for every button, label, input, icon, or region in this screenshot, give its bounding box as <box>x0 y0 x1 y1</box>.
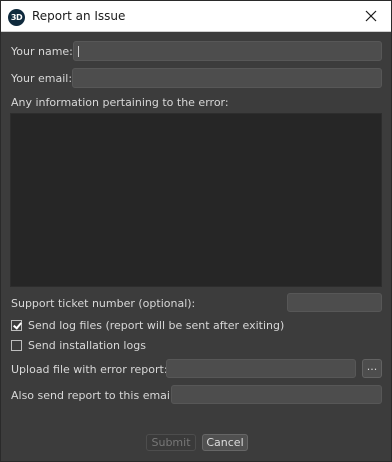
also-send-label: Also send report to this email: <box>11 389 177 402</box>
ticket-field[interactable] <box>287 293 382 312</box>
ticket-label: Support ticket number (optional): <box>11 297 196 310</box>
send-logs-label: Send log files (report will be sent afte… <box>28 319 285 332</box>
close-icon[interactable] <box>363 8 379 24</box>
send-install-logs-checkbox[interactable] <box>11 340 22 351</box>
name-input[interactable] <box>74 42 381 60</box>
send-logs-option[interactable]: Send log files (report will be sent afte… <box>11 319 284 332</box>
report-issue-dialog: 3D Report an Issue Your name: Your email… <box>0 0 392 462</box>
text-caret <box>78 46 79 57</box>
also-send-email-field[interactable] <box>171 385 382 404</box>
error-info-textarea[interactable] <box>10 113 382 287</box>
title-bar[interactable]: 3D Report an Issue <box>1 1 391 32</box>
email-label: Your email: <box>11 72 73 85</box>
window-title: Report an Issue <box>32 9 126 23</box>
ticket-input[interactable] <box>288 294 381 311</box>
send-logs-checkbox[interactable] <box>11 320 22 331</box>
send-install-logs-label: Send installation logs <box>28 339 146 352</box>
app-logo-icon: 3D <box>8 9 25 26</box>
upload-label: Upload file with error report: <box>11 363 168 376</box>
email-input[interactable] <box>73 69 381 87</box>
name-field[interactable] <box>73 41 382 61</box>
name-label: Your name: <box>11 45 73 58</box>
cancel-button[interactable]: Cancel <box>202 434 248 451</box>
also-send-email-input[interactable] <box>172 386 381 403</box>
upload-file-input[interactable] <box>167 360 355 377</box>
email-field[interactable] <box>72 68 382 88</box>
browse-button[interactable]: ... <box>362 359 382 378</box>
upload-file-field[interactable] <box>166 359 356 378</box>
submit-button[interactable]: Submit <box>146 434 196 451</box>
info-label: Any information pertaining to the error: <box>11 96 229 109</box>
send-install-logs-option[interactable]: Send installation logs <box>11 339 146 352</box>
